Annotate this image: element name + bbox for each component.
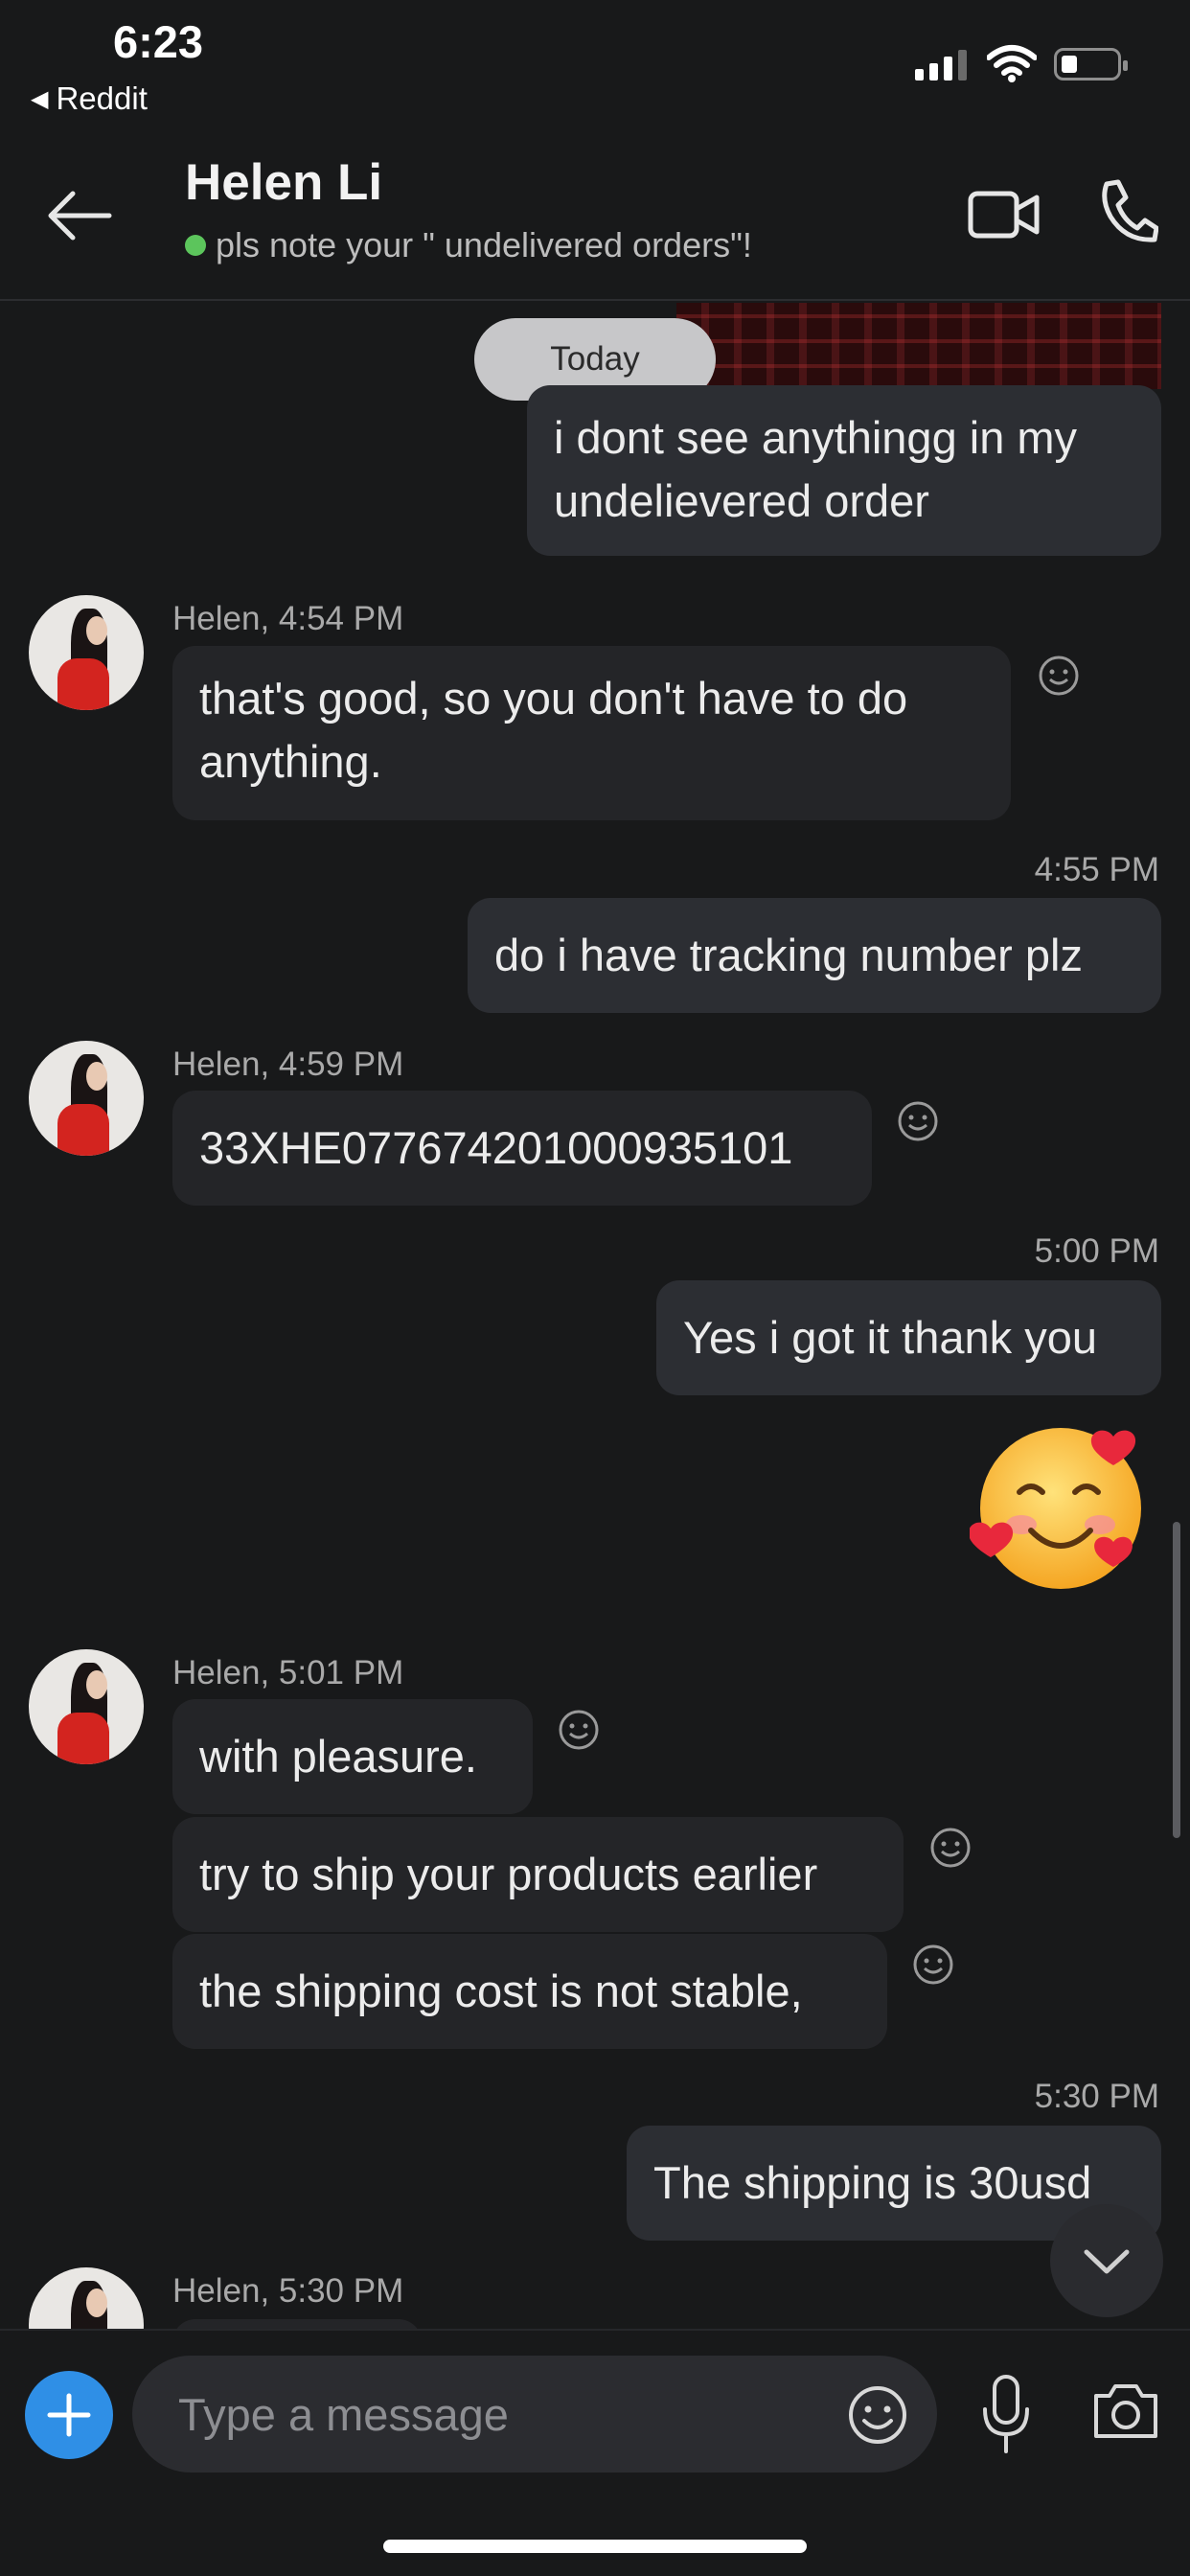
- message-field[interactable]: [132, 2356, 937, 2472]
- add-reaction-icon[interactable]: [558, 1709, 600, 1751]
- phone-call-icon[interactable]: [1097, 178, 1158, 245]
- avatar[interactable]: [29, 2267, 144, 2329]
- online-status-dot: [185, 235, 206, 256]
- message-timestamp: 5:00 PM: [1034, 1232, 1159, 1270]
- shared-photo-partial[interactable]: [676, 303, 1161, 389]
- message-timestamp: 5:30 PM: [1034, 2078, 1159, 2115]
- message-timestamp: 4:55 PM: [1034, 851, 1159, 888]
- chat-header: Helen Li pls note your " undelivered ord…: [0, 134, 1190, 301]
- sender-timestamp: Helen, 4:59 PM: [172, 1046, 404, 1083]
- incoming-message-partial[interactable]: [172, 2319, 422, 2329]
- incoming-message[interactable]: 33XHE07767420100093510​1: [172, 1091, 872, 1206]
- add-reaction-icon[interactable]: [912, 1944, 954, 1986]
- avatar[interactable]: [29, 595, 144, 710]
- incoming-message[interactable]: that's good, so you don't have to do any…: [172, 646, 1011, 820]
- contact-name[interactable]: Helen Li: [185, 153, 382, 212]
- video-call-icon[interactable]: [968, 186, 1041, 243]
- sender-timestamp: Helen, 5:01 PM: [172, 1654, 404, 1691]
- emoji-picker-icon[interactable]: [847, 2384, 908, 2446]
- add-reaction-icon[interactable]: [1038, 655, 1080, 697]
- home-indicator[interactable]: [383, 2540, 807, 2553]
- status-time: 6:23: [113, 16, 204, 67]
- back-to-app-link[interactable]: ◀ Reddit: [31, 80, 148, 117]
- contact-status: pls note your " undelivered orders"!: [185, 225, 752, 265]
- chevron-down-icon: [1084, 2249, 1130, 2274]
- message-list[interactable]: Today i dont see anythingg in my undelie…: [0, 303, 1190, 2329]
- avatar[interactable]: [29, 1041, 144, 1156]
- smiling-face-with-hearts-emoji[interactable]: [970, 1417, 1152, 1599]
- back-triangle-icon: ◀: [31, 85, 49, 112]
- sender-timestamp: Helen, 4:54 PM: [172, 600, 404, 637]
- back-app-label: Reddit: [56, 80, 148, 116]
- outgoing-message[interactable]: do i have tracking number plz: [468, 898, 1161, 1013]
- message-composer: [0, 2329, 1190, 2482]
- camera-icon[interactable]: [1090, 2379, 1161, 2442]
- cellular-signal-icon: [915, 48, 967, 80]
- battery-icon: [1054, 48, 1128, 80]
- plus-icon: [47, 2393, 91, 2437]
- add-reaction-icon[interactable]: [897, 1100, 939, 1142]
- add-reaction-icon[interactable]: [929, 1827, 972, 1869]
- microphone-icon[interactable]: [979, 2373, 1033, 2455]
- incoming-message[interactable]: the shipping cost is not stable,: [172, 1934, 887, 2049]
- outgoing-message[interactable]: i dont see anythingg in my undelievered …: [527, 385, 1161, 556]
- scroll-to-bottom-button[interactable]: [1050, 2204, 1163, 2317]
- outgoing-message[interactable]: Yes i got it thank you: [656, 1280, 1161, 1395]
- sender-timestamp: Helen, 5:30 PM: [172, 2272, 404, 2310]
- avatar[interactable]: [29, 1649, 144, 1764]
- add-attachment-button[interactable]: [25, 2371, 113, 2459]
- wifi-icon: [987, 45, 1037, 82]
- incoming-message[interactable]: with pleasure.: [172, 1699, 533, 1814]
- status-bar: 6:23 ◀ Reddit: [0, 0, 1190, 134]
- contact-status-text: pls note your " undelivered orders"!: [216, 225, 752, 264]
- incoming-message[interactable]: try to ship your products earlier: [172, 1817, 904, 1932]
- back-arrow-icon[interactable]: [42, 182, 119, 249]
- message-input[interactable]: [178, 2382, 791, 2446]
- scrollbar[interactable]: [1173, 1522, 1180, 1838]
